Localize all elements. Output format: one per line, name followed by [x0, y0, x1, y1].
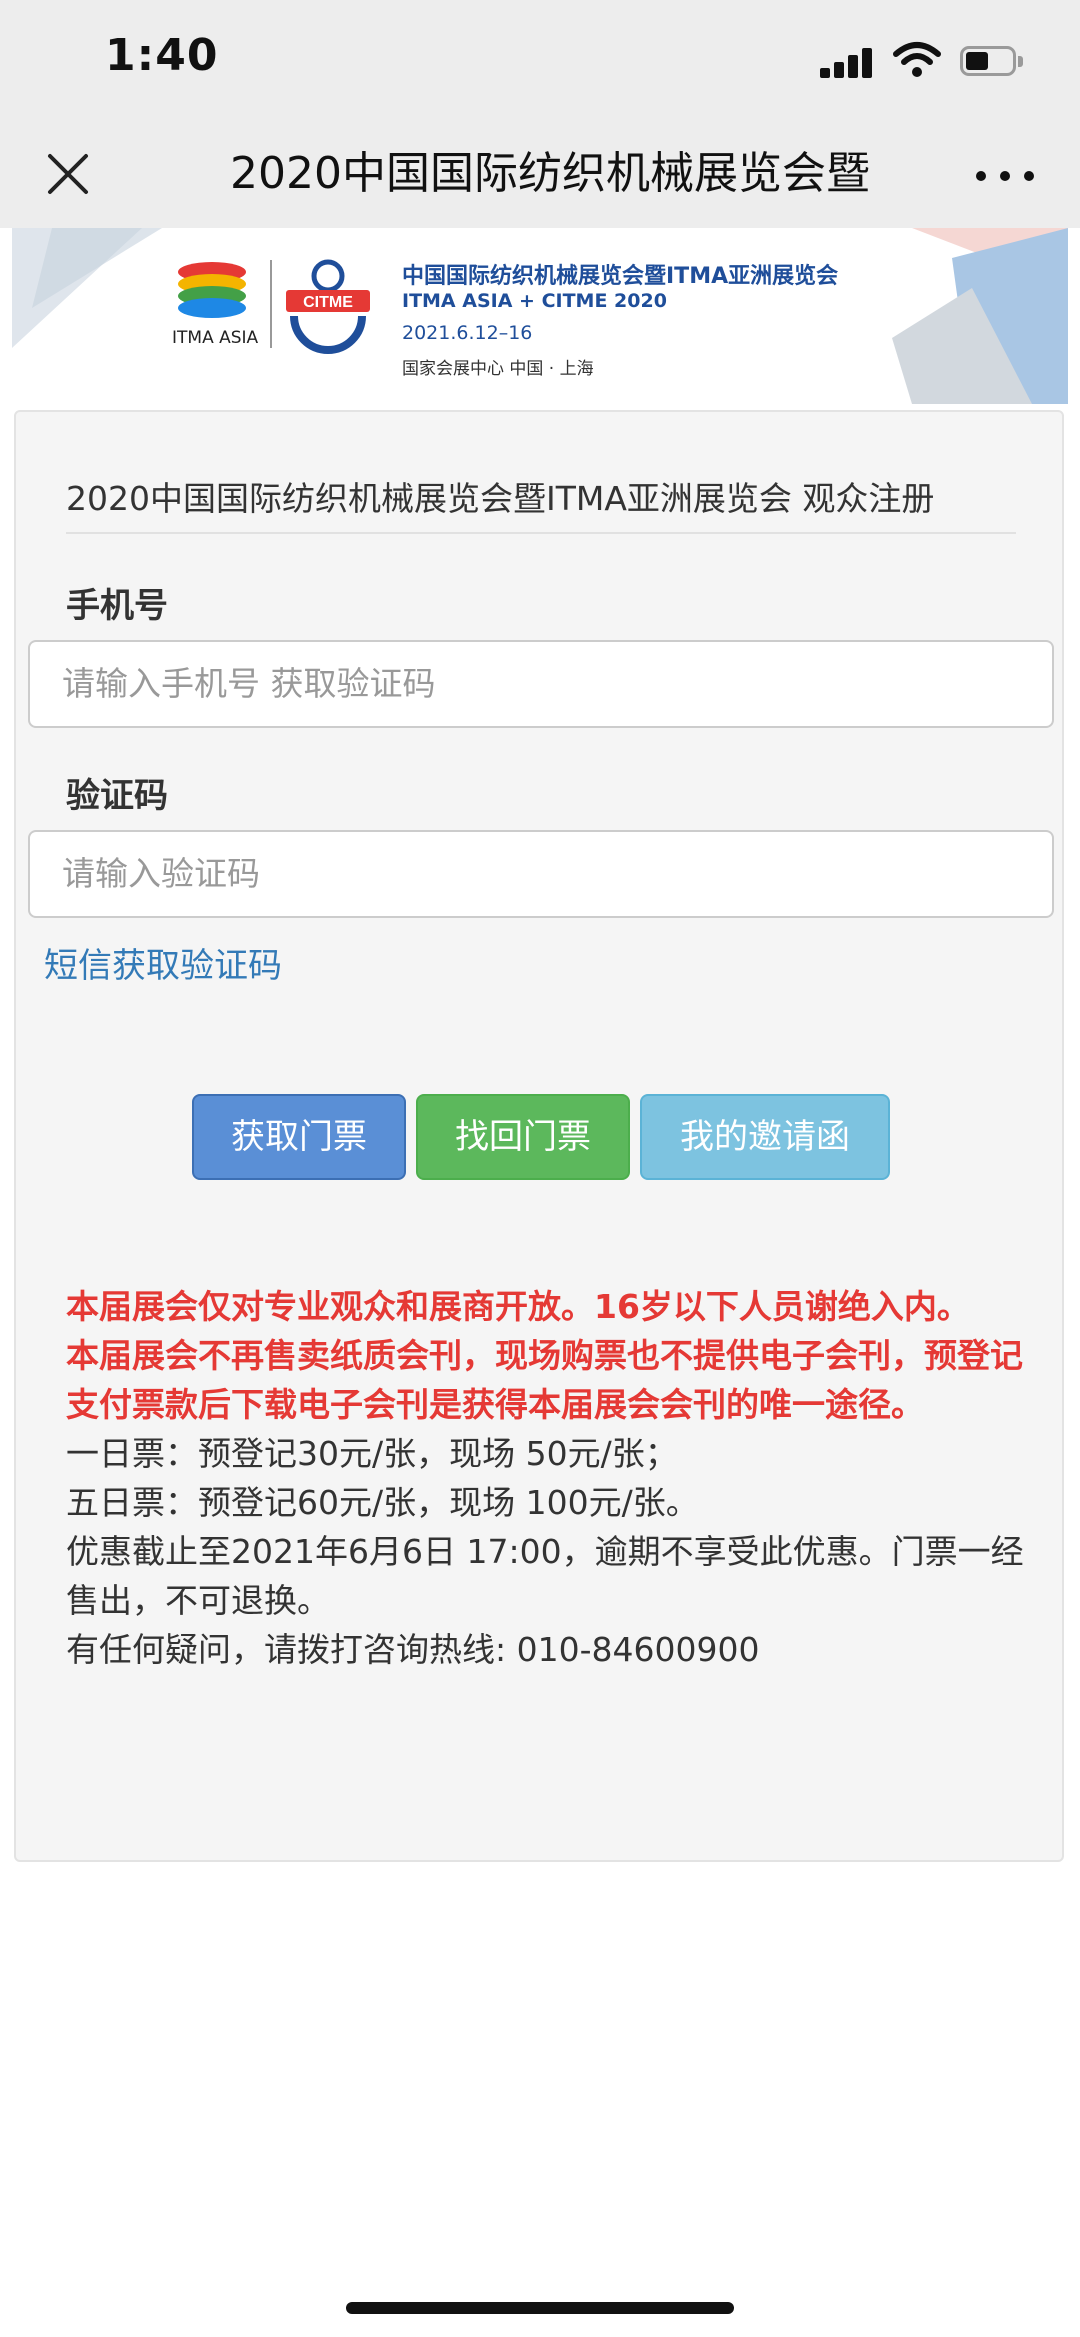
- battery-icon: [960, 46, 1026, 78]
- more-options-icon[interactable]: [970, 160, 1040, 190]
- sms-code-link[interactable]: 短信获取验证码: [44, 938, 282, 987]
- notice-one-day-price: 一日票：预登记30元/张，现场 50元/张；: [66, 1434, 678, 1473]
- close-icon[interactable]: [40, 146, 96, 202]
- cellular-signal-icon: [820, 48, 876, 78]
- citme-logo-icon: CITME: [286, 259, 370, 354]
- itma-asia-label: ITMA ASIA: [172, 328, 259, 348]
- banner-date: 2021.6.12–16: [402, 322, 533, 344]
- get-ticket-button[interactable]: 获取门票: [192, 1094, 406, 1180]
- event-banner: ITMA ASIA CITME 中国国际纺织机械展览会暨ITMA亚洲展览会 IT…: [12, 228, 1068, 404]
- code-label: 验证码: [66, 776, 168, 816]
- notice-deadline: 优惠截止至2021年6月6日 17:00，逾期不享受此优惠。门票一经售出，不可退…: [66, 1532, 1024, 1620]
- notice-text: 本届展会仅对专业观众和展商开放。16岁以下人员谢绝入内。 本届展会不再售卖纸质会…: [66, 1282, 1026, 1674]
- form-title: 2020中国国际纺织机械展览会暨ITMA亚洲展览会 观众注册: [66, 472, 1016, 534]
- notice-warning-catalog: 本届展会不再售卖纸质会刊，现场购票也不提供电子会刊，预登记支付票款后下载电子会刊…: [66, 1336, 1023, 1424]
- logo-divider: [270, 260, 272, 348]
- status-bar: 1:40: [0, 0, 1080, 120]
- status-icons: [820, 40, 1040, 80]
- verification-code-input[interactable]: 请输入验证码: [28, 830, 1054, 918]
- phone-label: 手机号: [66, 586, 168, 626]
- notice-warning-age: 本届展会仅对专业观众和展商开放。16岁以下人员谢绝入内。: [66, 1287, 970, 1326]
- wifi-icon: [893, 42, 941, 77]
- citme-text: CITME: [303, 294, 353, 311]
- home-indicator: [346, 2302, 734, 2314]
- banner-subtitle: ITMA ASIA + CITME 2020: [402, 290, 667, 312]
- itma-asia-logo-icon: [178, 262, 246, 318]
- notice-five-day-price: 五日票：预登记60元/张，现场 100元/张。: [66, 1483, 699, 1522]
- phone-input[interactable]: 请输入手机号 获取验证码: [28, 640, 1054, 728]
- status-time: 1:40: [105, 30, 219, 81]
- my-invitation-button[interactable]: 我的邀请函: [640, 1094, 890, 1180]
- recover-ticket-button[interactable]: 找回门票: [416, 1094, 630, 1180]
- registration-panel: 2020中国国际纺织机械展览会暨ITMA亚洲展览会 观众注册 手机号 请输入手机…: [14, 410, 1064, 1862]
- banner-title: 中国国际纺织机械展览会暨ITMA亚洲展览会: [402, 264, 839, 289]
- navigation-bar: 2020中国国际纺织机械展览会暨: [0, 120, 1080, 228]
- page-title: 2020中国国际纺织机械展览会暨: [230, 148, 870, 199]
- banner-venue: 国家会展中心 中国 · 上海: [402, 359, 594, 379]
- notice-hotline: 有任何疑问，请拨打咨询热线: 010-84600900: [66, 1630, 760, 1669]
